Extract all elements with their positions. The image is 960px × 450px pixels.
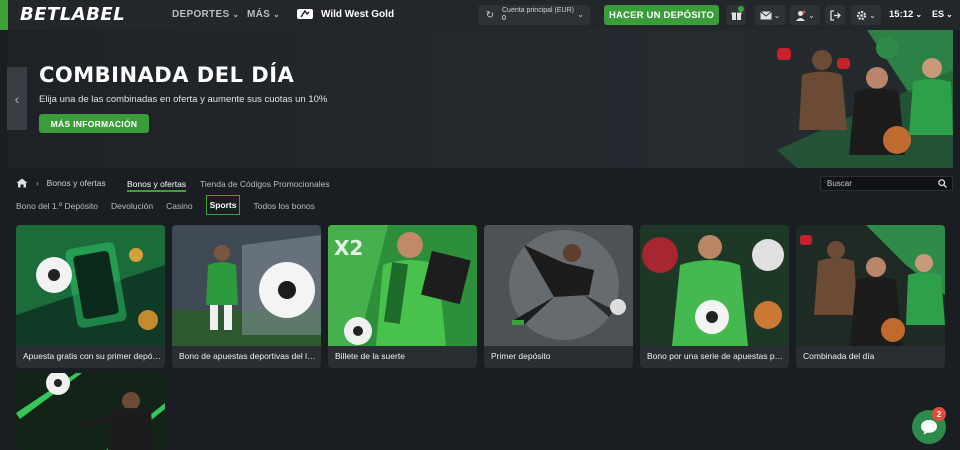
card-title: Bono por una serie de apuestas perdidas — [647, 351, 785, 361]
logout-button[interactable] — [825, 5, 845, 25]
filter-casino[interactable]: Casino — [166, 199, 192, 213]
account-button[interactable]: ⌄ — [790, 5, 820, 25]
logo-text-bet: BET — [20, 4, 60, 25]
chevron-down-icon: ⌄ — [946, 10, 953, 19]
card-title: Primer depósito — [491, 351, 551, 361]
bonus-card[interactable]: Primer depósito — [484, 225, 633, 368]
nav-sports-label: DEPORTES — [172, 9, 230, 20]
bonus-card[interactable]: X2 Billete de la suerte — [328, 225, 477, 368]
card-image-monday-bonus — [172, 225, 321, 346]
card-image-free-bet — [16, 225, 165, 346]
breadcrumb-current: Bonos y ofertas — [46, 178, 106, 188]
filter-all-bonuses[interactable]: Todos los bonos — [253, 199, 314, 213]
chevron-down-icon: ⌄ — [869, 10, 876, 20]
gear-icon — [857, 10, 867, 20]
search-box — [820, 176, 953, 191]
logo-accent — [0, 0, 8, 30]
chevron-down-icon: ⌄ — [773, 10, 781, 20]
card-image-losing-streak — [640, 225, 789, 346]
bonus-card[interactable]: Apuesta gratis con su primer depósito — [16, 225, 165, 368]
banner-athletes-illustration — [777, 30, 953, 168]
settings-button[interactable]: ⌄ — [851, 5, 881, 25]
card-image-daily-combo — [796, 225, 945, 346]
bonus-card[interactable] — [16, 373, 165, 450]
chat-icon — [921, 420, 937, 435]
card-image-first-deposit — [484, 225, 633, 346]
home-icon[interactable] — [16, 178, 28, 188]
bonus-card[interactable]: Bono de apuestas deportivas del lunes — [172, 225, 321, 368]
chevron-down-icon[interactable]: ⌄ — [915, 10, 922, 19]
notification-dot — [738, 6, 744, 12]
language-selector[interactable]: ES ⌄ — [932, 9, 953, 19]
chevron-right-icon: › — [36, 178, 39, 188]
breadcrumb: › Bonos y ofertas — [16, 178, 106, 188]
logo[interactable]: BETLABEL — [20, 4, 125, 25]
filter-sports[interactable]: Sports — [205, 195, 241, 215]
messages-button[interactable]: ⌄ — [755, 5, 785, 25]
promo-banner: ‹ COMBINADA DEL DÍA Elija una de las com… — [7, 30, 953, 168]
more-info-button[interactable]: MÁS INFORMACIÓN — [39, 114, 149, 133]
tab-bonuses[interactable]: Bonos y ofertas — [127, 179, 187, 192]
card-image-lucky-ticket: X2 — [328, 225, 477, 346]
search-input[interactable] — [827, 179, 932, 188]
logout-icon — [829, 9, 841, 21]
bonus-card[interactable]: Bono por una serie de apuestas perdidas — [640, 225, 789, 368]
gift-button[interactable] — [726, 5, 746, 25]
top-bar: BETLABEL DEPORTES ⌄ MÁS ⌄ Wild West Gold ↻… — [0, 0, 960, 30]
balance-amount: 0 — [502, 15, 506, 22]
chevron-down-icon: ⌄ — [808, 10, 815, 20]
card-title: Bono de apuestas deportivas del lunes — [179, 351, 317, 361]
balance-label: Cuenta principal (EUR) — [502, 7, 574, 14]
chevron-down-icon: ⌄ — [577, 10, 584, 19]
banner-subtitle: Elija una de las combinadas en oferta y … — [39, 94, 328, 105]
tab-promo-code-store[interactable]: Tienda de Códigos Promocionales — [200, 179, 330, 189]
logo-text-label: LABEL — [59, 4, 126, 25]
game-icon — [297, 9, 313, 19]
envelope-icon — [759, 10, 772, 19]
chat-unread-badge: 2 — [932, 407, 946, 421]
bonus-filters: Bono del 1.º Depósito Devolución Casino … — [16, 195, 328, 215]
language-code: ES — [932, 9, 945, 19]
card-title: Billete de la suerte — [335, 351, 405, 361]
clock: 15:12 ⌄ — [889, 9, 922, 20]
card-title: Apuesta gratis con su primer depósito — [23, 351, 161, 361]
chevron-down-icon: ⌄ — [273, 10, 281, 19]
banner-prev-button[interactable]: ‹ — [7, 67, 27, 130]
balance-selector[interactable]: ↻ Cuenta principal (EUR) 0 ⌄ — [478, 5, 590, 25]
filter-first-deposit[interactable]: Bono del 1.º Depósito — [16, 199, 98, 213]
featured-game-link[interactable]: Wild West Gold — [296, 8, 394, 20]
refresh-icon[interactable]: ↻ — [483, 8, 497, 22]
search-icon[interactable] — [938, 179, 947, 188]
card-title: Combinada del día — [803, 351, 875, 361]
banner-title: COMBINADA DEL DÍA — [39, 63, 295, 87]
nav-more-label: MÁS — [247, 9, 271, 20]
filter-cashback[interactable]: Devolución — [111, 199, 153, 213]
chevron-down-icon: ⌄ — [232, 10, 240, 19]
deposit-button[interactable]: HACER UN DEPÓSITO — [604, 5, 719, 25]
card-image-football-player — [16, 373, 165, 450]
nav-sports[interactable]: DEPORTES ⌄ — [172, 9, 239, 20]
chevron-left-icon: ‹ — [14, 90, 20, 107]
featured-game-label: Wild West Gold — [321, 8, 395, 20]
clock-time: 15:12 — [889, 9, 914, 20]
bonus-card[interactable]: Combinada del día — [796, 225, 945, 368]
nav-more[interactable]: MÁS ⌄ — [247, 9, 280, 20]
svg-text:X2: X2 — [334, 236, 363, 260]
user-icon — [796, 10, 806, 21]
